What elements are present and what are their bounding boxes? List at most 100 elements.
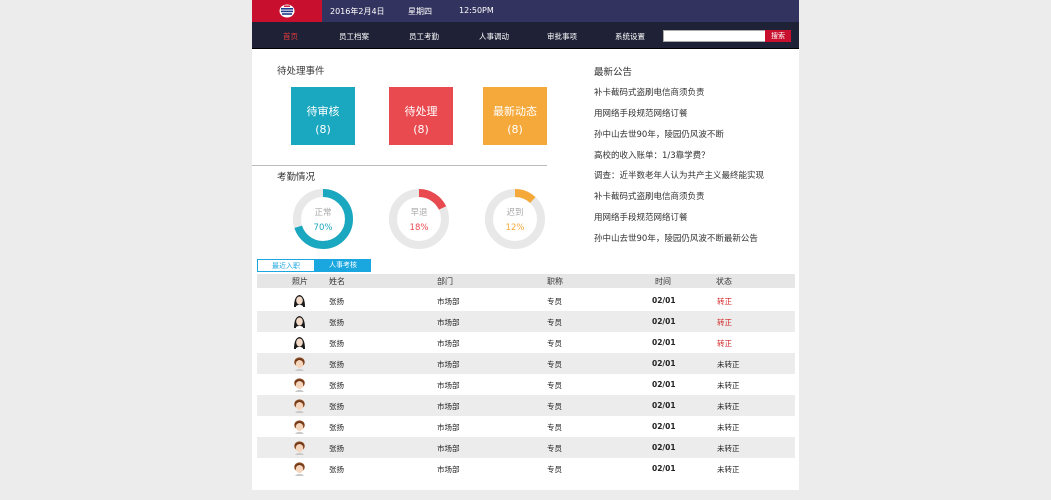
tile-count: (8) bbox=[315, 123, 331, 136]
cell-name: 张扬 bbox=[329, 444, 344, 453]
male-avatar-icon bbox=[292, 440, 307, 455]
tile-label: 最新动态 bbox=[493, 105, 537, 118]
cell-status: 转正 bbox=[717, 318, 732, 327]
donut-percent: 18% bbox=[409, 223, 429, 233]
donut-normal: 正常 70% bbox=[292, 188, 354, 250]
table-row[interactable]: 张扬 市场部 专员 02/01 未转正 bbox=[257, 437, 795, 458]
female-avatar-icon bbox=[292, 335, 307, 350]
cell-title: 专员 bbox=[547, 402, 562, 411]
tile-pending-process[interactable]: 待处理 (8) bbox=[389, 87, 453, 145]
table-row[interactable]: 张扬 市场部 专员 02/01 转正 bbox=[257, 332, 795, 353]
cell-title: 专员 bbox=[547, 339, 562, 348]
cell-time: 02/01 bbox=[652, 380, 676, 389]
notice-item[interactable]: 补卡截码式盗刷电信商须负责 bbox=[594, 190, 705, 202]
current-time: 12:50PM bbox=[459, 6, 494, 15]
male-avatar-icon bbox=[292, 377, 307, 392]
donut-track bbox=[485, 189, 545, 249]
table-row[interactable]: 张扬 市场部 专员 02/01 未转正 bbox=[257, 353, 795, 374]
cell-time: 02/01 bbox=[652, 359, 676, 368]
cell-department: 市场部 bbox=[437, 297, 460, 306]
cell-time: 02/01 bbox=[652, 338, 676, 347]
notice-item[interactable]: 孙中山去世90年，陵园仍风波不断 bbox=[594, 128, 724, 140]
nav-item-attendance[interactable]: 员工考勤 bbox=[409, 31, 439, 42]
table-row[interactable]: 张扬 市场部 专员 02/01 转正 bbox=[257, 290, 795, 311]
current-weekday: 星期四 bbox=[408, 7, 432, 16]
table-row[interactable]: 张扬 市场部 专员 02/01 未转正 bbox=[257, 395, 795, 416]
cell-title: 专员 bbox=[547, 360, 562, 369]
cell-status: 未转正 bbox=[717, 360, 740, 369]
nav-item-settings[interactable]: 系统设置 bbox=[615, 31, 645, 42]
table-row[interactable]: 张扬 市场部 专员 02/01 未转正 bbox=[257, 458, 795, 479]
cell-time: 02/01 bbox=[652, 296, 676, 305]
notice-item[interactable]: 补卡截码式盗刷电信商须负责 bbox=[594, 86, 705, 98]
cell-department: 市场部 bbox=[437, 360, 460, 369]
cell-name: 张扬 bbox=[329, 465, 344, 474]
cell-name: 张扬 bbox=[329, 402, 344, 411]
cell-status: 未转正 bbox=[717, 444, 740, 453]
cell-department: 市场部 bbox=[437, 381, 460, 390]
cell-status: 未转正 bbox=[717, 423, 740, 432]
female-avatar-icon bbox=[292, 314, 307, 329]
cell-title: 专员 bbox=[547, 318, 562, 327]
search-button[interactable]: 搜索 bbox=[765, 30, 791, 42]
logo-icon bbox=[279, 4, 295, 18]
cell-name: 张扬 bbox=[329, 318, 344, 327]
cell-title: 专员 bbox=[547, 381, 562, 390]
tile-count: (8) bbox=[507, 123, 523, 136]
search-input[interactable] bbox=[663, 30, 766, 42]
cell-name: 张扬 bbox=[329, 423, 344, 432]
column-header-time: 时间 bbox=[655, 277, 671, 286]
tile-pending-review[interactable]: 待审核 (8) bbox=[291, 87, 355, 145]
cell-time: 02/01 bbox=[652, 317, 676, 326]
cell-title: 专员 bbox=[547, 444, 562, 453]
top-status-bar: 2016年2月4日 星期四 12:50PM bbox=[252, 0, 799, 22]
cell-name: 张扬 bbox=[329, 381, 344, 390]
cell-title: 专员 bbox=[547, 423, 562, 432]
cell-department: 市场部 bbox=[437, 402, 460, 411]
donut-late: 迟到 12% bbox=[484, 188, 546, 250]
cell-title: 专员 bbox=[547, 297, 562, 306]
tile-label: 待处理 bbox=[404, 105, 438, 118]
donut-label: 正常 bbox=[314, 208, 332, 218]
cell-name: 张扬 bbox=[329, 297, 344, 306]
pending-title: 待处理事件 bbox=[277, 66, 325, 77]
notice-item[interactable]: 高校的收入账单：1/3靠学费？ bbox=[594, 149, 710, 161]
nav-item-home[interactable]: 首页 bbox=[283, 31, 298, 42]
cell-time: 02/01 bbox=[652, 422, 676, 431]
table-row[interactable]: 张扬 市场部 专员 02/01 转正 bbox=[257, 311, 795, 332]
cell-status: 未转正 bbox=[717, 402, 740, 411]
cell-name: 张扬 bbox=[329, 360, 344, 369]
cell-time: 02/01 bbox=[652, 401, 676, 410]
nav-item-approvals[interactable]: 审批事项 bbox=[547, 31, 577, 42]
table-row[interactable]: 张扬 市场部 专员 02/01 未转正 bbox=[257, 374, 795, 395]
cell-department: 市场部 bbox=[437, 318, 460, 327]
cell-status: 转正 bbox=[717, 339, 732, 348]
donut-percent: 70% bbox=[313, 223, 333, 233]
current-date: 2016年2月4日 bbox=[330, 7, 385, 16]
tab-recent-hires[interactable]: 最近入职 bbox=[257, 259, 315, 272]
tile-label: 待审核 bbox=[306, 105, 340, 118]
logo[interactable] bbox=[252, 0, 322, 22]
notice-item[interactable]: 用网络手段规范网络订餐 bbox=[594, 211, 688, 223]
cell-status: 转正 bbox=[717, 297, 732, 306]
tile-latest-news[interactable]: 最新动态 (8) bbox=[483, 87, 547, 145]
attendance-title: 考勤情况 bbox=[277, 172, 316, 183]
notices-title: 最新公告 bbox=[594, 67, 633, 78]
donut-chart bbox=[389, 189, 449, 249]
notice-item[interactable]: 用网络手段规范网络订餐 bbox=[594, 107, 688, 119]
column-header-photo: 照片 bbox=[292, 277, 308, 286]
nav-item-personnel-transfer[interactable]: 人事调动 bbox=[479, 31, 509, 42]
cell-name: 张扬 bbox=[329, 339, 344, 348]
donut-label: 迟到 bbox=[506, 208, 524, 218]
cell-time: 02/01 bbox=[652, 443, 676, 452]
cell-status: 未转正 bbox=[717, 465, 740, 474]
tab-personnel-review[interactable]: 人事考核 bbox=[315, 259, 371, 272]
cell-status: 未转正 bbox=[717, 381, 740, 390]
cell-department: 市场部 bbox=[437, 465, 460, 474]
notice-item[interactable]: 调查：近半数老年人认为共产主义最终能实现 bbox=[594, 169, 764, 181]
cell-time: 02/01 bbox=[652, 464, 676, 473]
table-row[interactable]: 张扬 市场部 专员 02/01 未转正 bbox=[257, 416, 795, 437]
nav-item-employee-files[interactable]: 员工档案 bbox=[339, 31, 369, 42]
notice-item[interactable]: 孙中山去世90年，陵园仍风波不断最新公告 bbox=[594, 232, 758, 244]
column-header-name: 姓名 bbox=[329, 277, 345, 286]
